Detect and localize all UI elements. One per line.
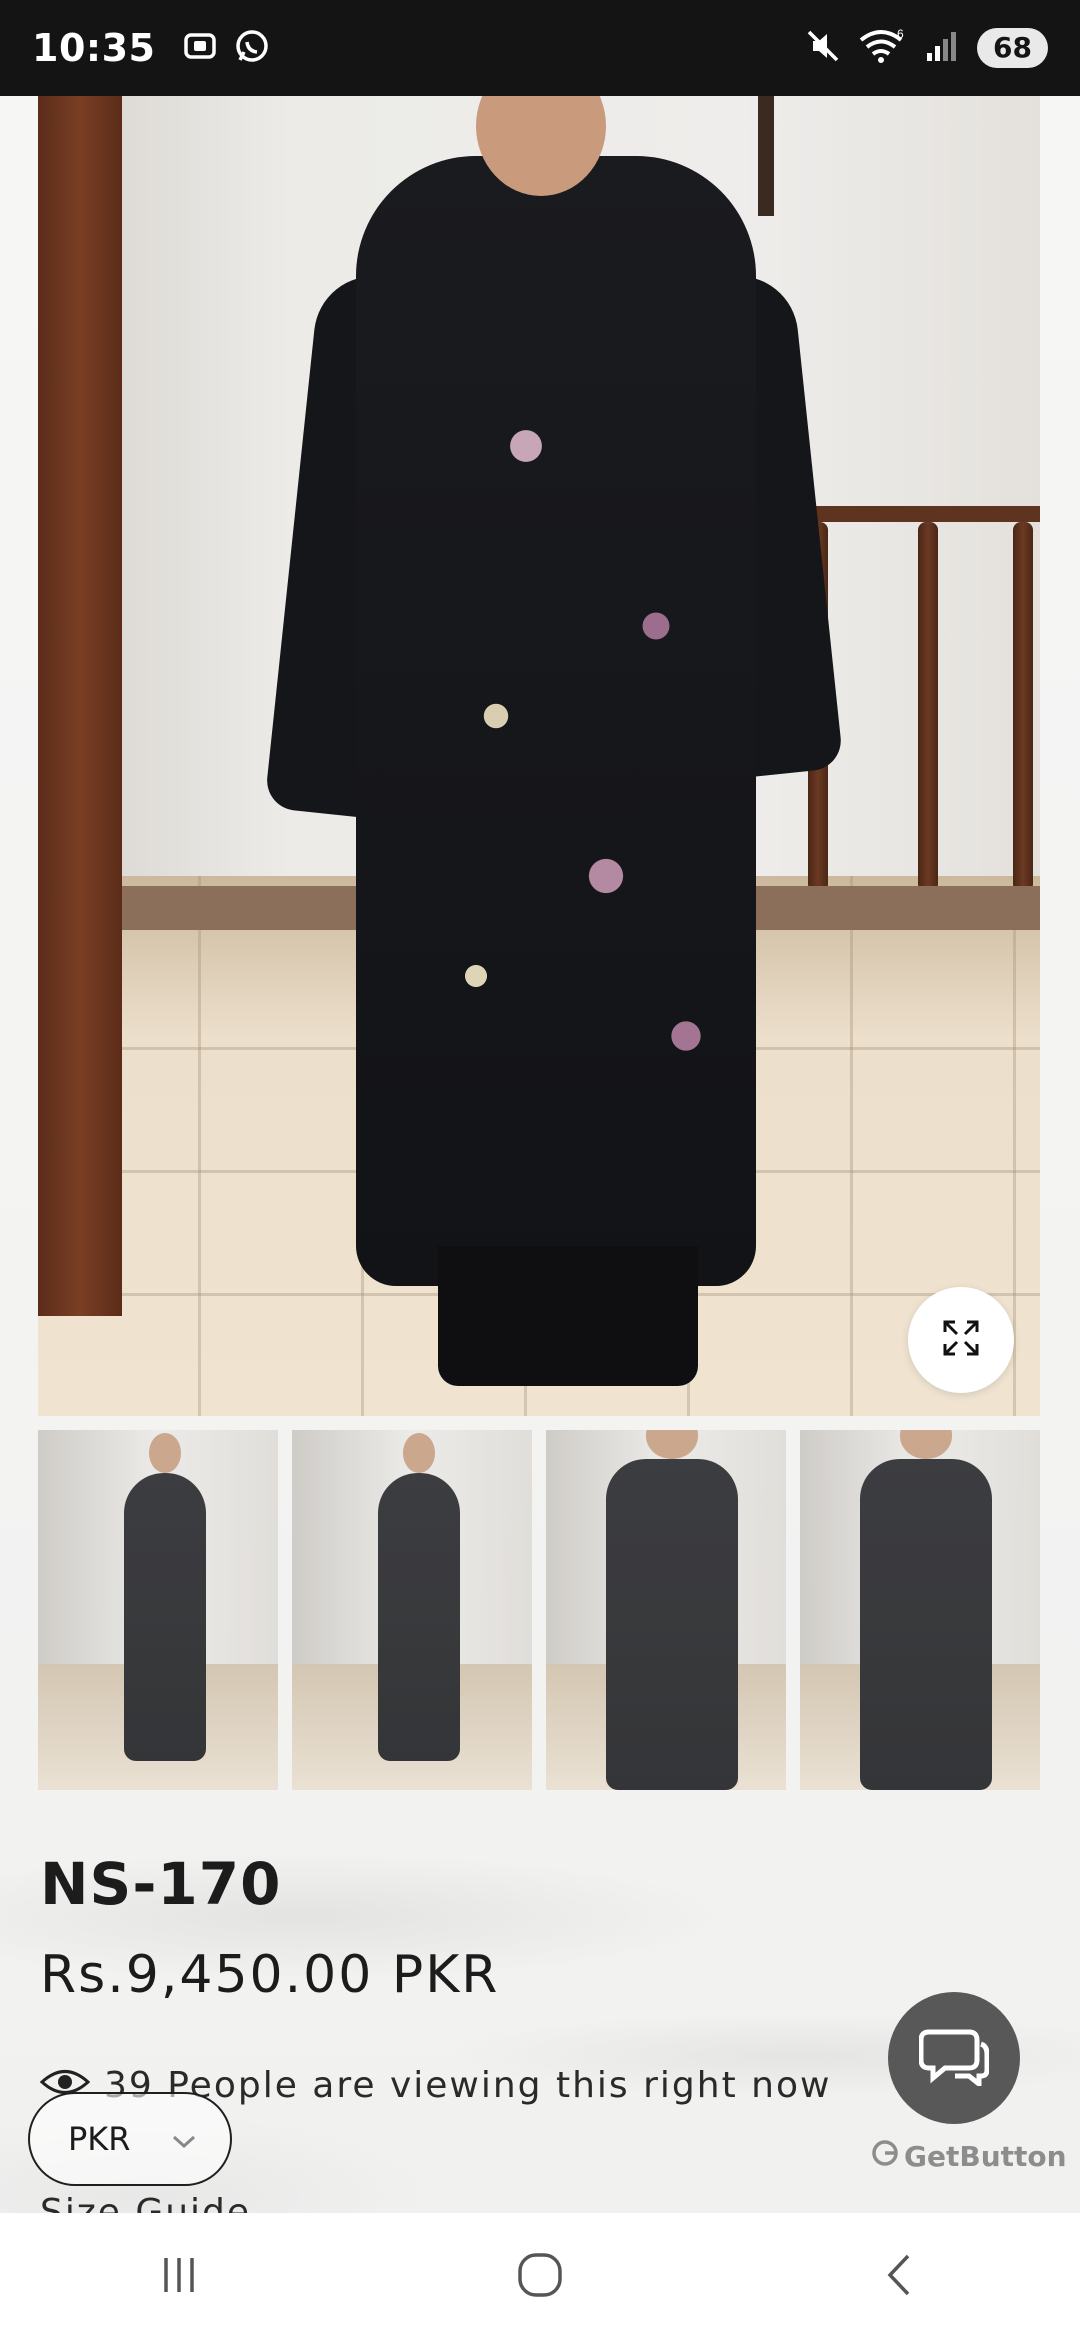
svg-text:6: 6 (897, 28, 904, 41)
chat-icon (918, 2026, 990, 2090)
getbutton-logo-icon (870, 2138, 900, 2175)
chat-button[interactable] (888, 1992, 1020, 2124)
viewers-text: 39 People are viewing this right now (104, 2065, 832, 2106)
thumbnail-4[interactable] (800, 1430, 1040, 1790)
expand-icon (941, 1318, 981, 1362)
image-pillar (38, 96, 122, 1316)
recent-apps-button[interactable] (154, 2250, 204, 2304)
thumbnail-2[interactable] (292, 1430, 532, 1790)
home-button[interactable] (512, 2247, 568, 2307)
chevron-down-icon (171, 2120, 197, 2158)
product-main-image[interactable] (38, 96, 1040, 1416)
wifi-icon: 6 (859, 27, 907, 68)
model-outfit (356, 156, 756, 1286)
product-title: NS-170 (40, 1850, 282, 1918)
getbutton-label: GetButton (904, 2140, 1067, 2173)
notification-icons (181, 27, 271, 69)
screenshot-icon (181, 27, 219, 69)
whatsapp-icon (233, 27, 271, 69)
currency-value: PKR (68, 2120, 131, 2158)
signal-icon (925, 29, 959, 67)
size-guide-link[interactable]: Size Guide (40, 2190, 251, 2213)
battery-indicator: 68 (977, 28, 1048, 68)
mute-icon (805, 28, 841, 68)
status-bar: 10:35 6 68 (0, 0, 1080, 96)
system-navigation-bar (0, 2213, 1080, 2340)
product-price: Rs.9,450.00 PKR (40, 1945, 500, 2005)
currency-selector[interactable]: PKR (28, 2092, 232, 2186)
expand-image-button[interactable] (908, 1287, 1014, 1393)
status-time: 10:35 (32, 26, 156, 70)
thumbnail-strip (38, 1430, 1040, 1790)
getbutton-branding[interactable]: GetButton (870, 2138, 1067, 2175)
system-icons: 6 68 (805, 27, 1048, 68)
back-button[interactable] (876, 2250, 926, 2304)
thumbnail-3[interactable] (546, 1430, 786, 1790)
thumbnail-1[interactable] (38, 1430, 278, 1790)
